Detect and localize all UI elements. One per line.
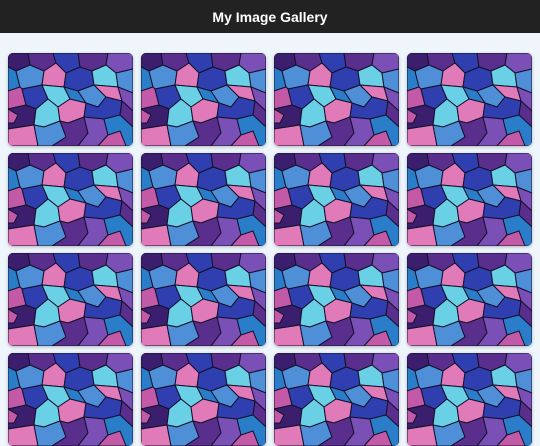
mosaic-image bbox=[274, 53, 399, 146]
mosaic-image bbox=[407, 253, 532, 346]
page-title: My Image Gallery bbox=[212, 8, 328, 25]
mosaic-image bbox=[274, 253, 399, 346]
gallery-thumbnail[interactable] bbox=[274, 53, 399, 146]
image-gallery-grid bbox=[8, 53, 532, 446]
mosaic-image bbox=[8, 53, 133, 146]
gallery-thumbnail[interactable] bbox=[407, 153, 532, 246]
gallery-thumbnail[interactable] bbox=[407, 253, 532, 346]
gallery-thumbnail[interactable] bbox=[141, 153, 266, 246]
mosaic-image bbox=[8, 353, 133, 446]
mosaic-image bbox=[141, 153, 266, 246]
gallery-thumbnail[interactable] bbox=[8, 153, 133, 246]
gallery-thumbnail[interactable] bbox=[141, 53, 266, 146]
gallery-thumbnail[interactable] bbox=[8, 353, 133, 446]
gallery-thumbnail[interactable] bbox=[274, 353, 399, 446]
mosaic-image bbox=[141, 353, 266, 446]
app-header: My Image Gallery bbox=[0, 0, 540, 33]
gallery-thumbnail[interactable] bbox=[8, 253, 133, 346]
mosaic-image bbox=[407, 353, 532, 446]
gallery-thumbnail[interactable] bbox=[274, 253, 399, 346]
gallery-thumbnail[interactable] bbox=[141, 353, 266, 446]
gallery-thumbnail[interactable] bbox=[8, 53, 133, 146]
mosaic-image bbox=[407, 153, 532, 246]
mosaic-image bbox=[141, 253, 266, 346]
gallery-thumbnail[interactable] bbox=[407, 353, 532, 446]
mosaic-image bbox=[8, 253, 133, 346]
gallery-thumbnail[interactable] bbox=[407, 53, 532, 146]
mosaic-image bbox=[8, 153, 133, 246]
gallery-thumbnail[interactable] bbox=[141, 253, 266, 346]
gallery-thumbnail[interactable] bbox=[274, 153, 399, 246]
mosaic-image bbox=[274, 153, 399, 246]
mosaic-image bbox=[407, 53, 532, 146]
mosaic-image bbox=[274, 353, 399, 446]
mosaic-image bbox=[141, 53, 266, 146]
